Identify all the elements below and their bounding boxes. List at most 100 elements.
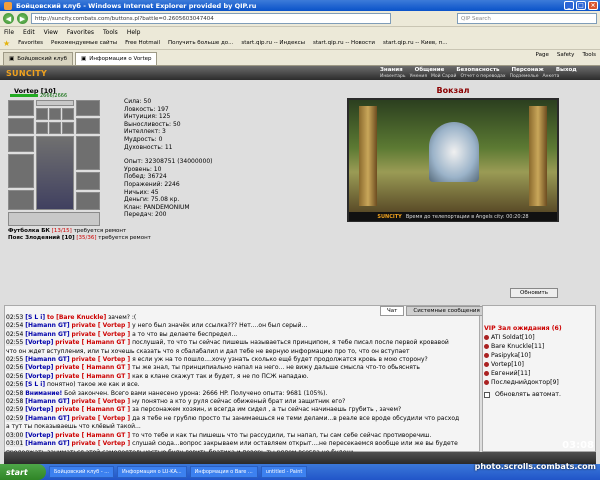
- list-item[interactable]: ATI Soldat[10]: [484, 333, 562, 342]
- message-author[interactable]: Внимание!: [25, 390, 62, 397]
- character-portrait[interactable]: [36, 136, 74, 210]
- list-item[interactable]: Pasipyka[10]: [484, 351, 562, 360]
- menu-view[interactable]: View: [44, 29, 58, 36]
- menu-help[interactable]: Help: [127, 29, 141, 36]
- window-title-bar: Бойцовский клуб - Windows Internet Explo…: [0, 0, 600, 11]
- game-logo: SUNCITY: [6, 68, 48, 78]
- equip-slot-weapon[interactable]: [8, 154, 34, 188]
- message-time: 03:00: [6, 431, 24, 439]
- message-author[interactable]: [Hamann GT]: [25, 440, 69, 447]
- favorites-bar: ★ Favorites Рекомендуемые сайты Free Hot…: [0, 37, 600, 50]
- back-arrow-icon[interactable]: ◀: [3, 13, 14, 24]
- fav-item[interactable]: start.qip.ru -- Новости: [313, 40, 375, 46]
- forward-arrow-icon[interactable]: ▶: [17, 13, 28, 24]
- message-author[interactable]: [Vortep]: [25, 364, 53, 371]
- taskbar-item[interactable]: Информация о Bare ...: [189, 466, 258, 478]
- message-author[interactable]: [Hamann GT]: [25, 415, 69, 422]
- url-input[interactable]: http://suncity.combats.com/buttons.pl?ba…: [31, 13, 391, 24]
- equip-slot-item[interactable]: [36, 122, 48, 134]
- message-text: послушай, то что ты сейчас пишешь называ…: [132, 339, 449, 347]
- equip-slot-item[interactable]: [49, 108, 61, 120]
- teleport-portal[interactable]: [429, 122, 479, 182]
- fav-item[interactable]: Рекомендуемые сайты: [51, 40, 117, 46]
- equip-slot-amulet[interactable]: [8, 136, 34, 152]
- equip-slot-belt[interactable]: [76, 172, 100, 190]
- info-clan: Клан: PANDEMONIUM: [124, 203, 190, 211]
- list-item[interactable]: Bare Knuckle[11]: [484, 342, 562, 351]
- list-item[interactable]: Vortep[10]: [484, 360, 562, 369]
- fav-item[interactable]: Получить больше до...: [168, 40, 233, 46]
- game-menu-security[interactable]: Безопасность: [456, 67, 499, 73]
- message-author[interactable]: [Hamann GT]: [25, 356, 69, 363]
- fav-item[interactable]: start.qip.ru -- Индексы: [241, 40, 305, 46]
- info-money: Деньги: 75.08 кр.: [124, 196, 180, 204]
- submenu-inventory[interactable]: Инвентарь: [380, 74, 406, 79]
- close-button[interactable]: ×: [588, 1, 598, 10]
- menu-edit[interactable]: Edit: [23, 29, 35, 36]
- equip-slot-shield[interactable]: [76, 136, 100, 170]
- stat-agility: Ловкость: 197: [124, 105, 169, 113]
- submenu-skills[interactable]: Умения: [410, 74, 427, 79]
- chat-message: 02:59 [Hamann GT] private [ Vortep ] да …: [6, 414, 478, 423]
- message-author[interactable]: [Vortep]: [25, 339, 53, 346]
- refresh-button[interactable]: Обновить: [510, 288, 558, 298]
- equip-slot-ring[interactable]: [76, 118, 100, 134]
- user-status-icon: [484, 353, 489, 358]
- taskbar-item[interactable]: Бойцовский клуб - ...: [49, 466, 115, 478]
- message-author[interactable]: [S L i]: [25, 314, 45, 321]
- menu-file[interactable]: File: [4, 29, 14, 36]
- minimize-button[interactable]: _: [564, 1, 574, 10]
- info-transfers: Передач: 200: [124, 211, 167, 219]
- auto-refresh-row[interactable]: Обновлять автомат.: [484, 390, 562, 399]
- menu-favorites[interactable]: Favorites: [67, 29, 94, 36]
- tab-info-vortep[interactable]: ▣ Информация о Vortep: [75, 52, 158, 65]
- page-menu[interactable]: Page: [536, 52, 549, 58]
- fav-item[interactable]: Free Hotmail: [125, 40, 160, 46]
- search-input[interactable]: QIP Search: [457, 13, 597, 24]
- message-author[interactable]: [Vortep]: [25, 432, 53, 439]
- message-author[interactable]: [Hamann GT]: [25, 331, 69, 338]
- equip-slot-pockets[interactable]: [8, 212, 100, 226]
- chat-message: что он ждет вступления, или ты хочешь ск…: [6, 348, 478, 356]
- taskbar-item[interactable]: untitled - Paint: [260, 466, 308, 478]
- menu-tools[interactable]: Tools: [103, 29, 118, 36]
- game-menu-character[interactable]: Персонаж: [512, 67, 544, 73]
- equip-slot-runes[interactable]: [36, 100, 74, 106]
- game-menu-exit[interactable]: Выход: [556, 67, 577, 73]
- start-button[interactable]: start: [0, 464, 46, 480]
- game-menu: Знания Общение Безопасность Персонаж Вых…: [380, 67, 577, 73]
- submenu-profile[interactable]: Анкета: [542, 74, 559, 79]
- location-scene[interactable]: [347, 98, 559, 222]
- fav-item[interactable]: start.qip.ru -- Киев, п...: [383, 40, 447, 46]
- message-author[interactable]: [S L i]: [25, 381, 45, 388]
- message-author[interactable]: [Vortep]: [25, 373, 53, 380]
- safety-menu[interactable]: Safety: [557, 52, 575, 58]
- maximize-button[interactable]: □: [576, 1, 586, 10]
- message-author[interactable]: [Vortep]: [25, 406, 53, 413]
- equip-slot-helmet[interactable]: [8, 100, 34, 116]
- equip-slot-boots[interactable]: [76, 192, 100, 210]
- submenu-barn[interactable]: Мой Сарай: [431, 74, 456, 79]
- equip-slot-item[interactable]: [36, 108, 48, 120]
- equip-slot-item[interactable]: [62, 108, 74, 120]
- tools-menu[interactable]: Tools: [582, 52, 596, 58]
- message-text: как в клане скажут так и будет, я не по …: [132, 372, 309, 380]
- game-menu-knowledge[interactable]: Знания: [380, 67, 403, 73]
- auto-refresh-checkbox[interactable]: [484, 391, 490, 398]
- tab-fight-club[interactable]: ▣ Бойцовский клуб: [3, 52, 73, 65]
- equip-slot-item[interactable]: [62, 122, 74, 134]
- submenu-transfers[interactable]: Отчет о переводах: [460, 74, 505, 79]
- favorites-button[interactable]: Favorites: [18, 40, 43, 46]
- message-time: 02:55: [6, 356, 24, 364]
- equip-slot-gloves[interactable]: [76, 100, 100, 116]
- message-author[interactable]: [Hamann GT]: [25, 398, 69, 405]
- message-author[interactable]: [Hamann GT]: [25, 322, 69, 329]
- game-menu-social[interactable]: Общение: [415, 67, 445, 73]
- list-item[interactable]: Последнийдоктор[9]: [484, 378, 562, 387]
- taskbar-item[interactable]: Информация о LU-KA...: [117, 466, 187, 478]
- equip-slot-item[interactable]: [49, 122, 61, 134]
- equip-slot-armor[interactable]: [8, 190, 34, 210]
- submenu-dungeon[interactable]: Подземелье: [510, 74, 539, 79]
- equip-slot-earrings[interactable]: [8, 118, 34, 134]
- list-item[interactable]: Евгений[11]: [484, 369, 562, 378]
